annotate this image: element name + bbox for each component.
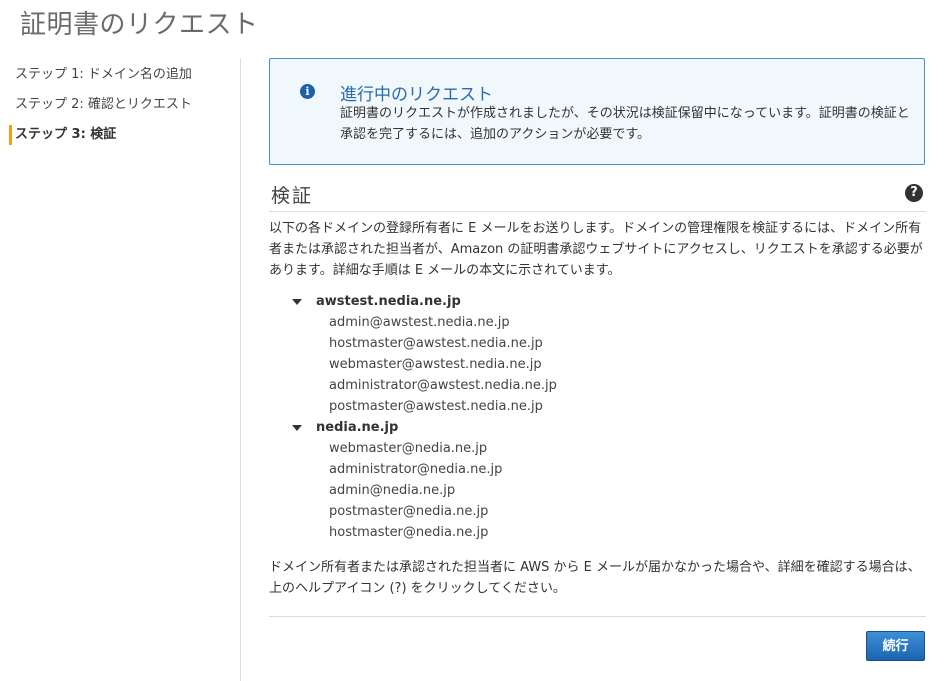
- domain-name: nedia.ne.jp: [316, 420, 399, 435]
- email-item: webmaster@awstest.nedia.ne.jp: [329, 357, 542, 372]
- email-item: hostmaster@awstest.nedia.ne.jp: [329, 336, 543, 351]
- section-divider: [269, 211, 926, 212]
- email-item: postmaster@nedia.ne.jp: [329, 504, 489, 519]
- domain-toggle[interactable]: nedia.ne.jp: [292, 417, 502, 438]
- email-item: administrator@nedia.ne.jp: [329, 462, 503, 477]
- help-note: ドメイン所有者または承認された担当者に AWS から E メールが届かなかった場…: [269, 560, 921, 596]
- email-item: postmaster@awstest.nedia.ne.jp: [329, 399, 543, 414]
- verification-description: 以下の各ドメインの登録所有者に E メールをお送りします。ドメインの管理権限を検…: [269, 221, 923, 278]
- sidebar-divider: [240, 58, 241, 681]
- continue-button[interactable]: 続行: [866, 631, 925, 661]
- info-icon: i: [300, 84, 315, 99]
- email-item: admin@awstest.nedia.ne.jp: [329, 315, 510, 330]
- alert-title: 進行中のリクエスト: [340, 85, 493, 105]
- step-add-domain[interactable]: ステップ 1: ドメイン名の追加: [0, 60, 240, 90]
- email-item: webmaster@nedia.ne.jp: [329, 441, 488, 456]
- step-validation[interactable]: ステップ 3: 検証: [0, 120, 240, 150]
- domain-group: nedia.ne.jp webmaster@nedia.ne.jp admini…: [292, 417, 502, 543]
- email-item: administrator@awstest.nedia.ne.jp: [329, 378, 557, 393]
- domain-toggle[interactable]: awstest.nedia.ne.jp: [292, 291, 557, 312]
- email-item: admin@nedia.ne.jp: [329, 483, 456, 498]
- page-title: 証明書のリクエスト: [20, 10, 259, 40]
- section-title: 検証: [271, 185, 314, 207]
- email-item: hostmaster@nedia.ne.jp: [329, 525, 489, 540]
- domain-name: awstest.nedia.ne.jp: [316, 294, 461, 309]
- caret-down-icon[interactable]: [292, 425, 302, 431]
- wizard-steps: ステップ 1: ドメイン名の追加 ステップ 2: 確認とリクエスト ステップ 3…: [0, 60, 240, 150]
- domain-group: awstest.nedia.ne.jp admin@awstest.nedia.…: [292, 291, 557, 417]
- alert-text: 証明書のリクエストが作成されましたが、その状況は検証保留中になっています。証明書…: [340, 106, 910, 142]
- question-circle-icon[interactable]: ?: [905, 184, 923, 202]
- footer-divider: [269, 616, 926, 617]
- caret-down-icon[interactable]: [292, 299, 302, 305]
- request-in-progress-alert: i 進行中のリクエスト 証明書のリクエストが作成されましたが、その状況は検証保留…: [269, 58, 925, 165]
- step-review-request[interactable]: ステップ 2: 確認とリクエスト: [0, 90, 240, 120]
